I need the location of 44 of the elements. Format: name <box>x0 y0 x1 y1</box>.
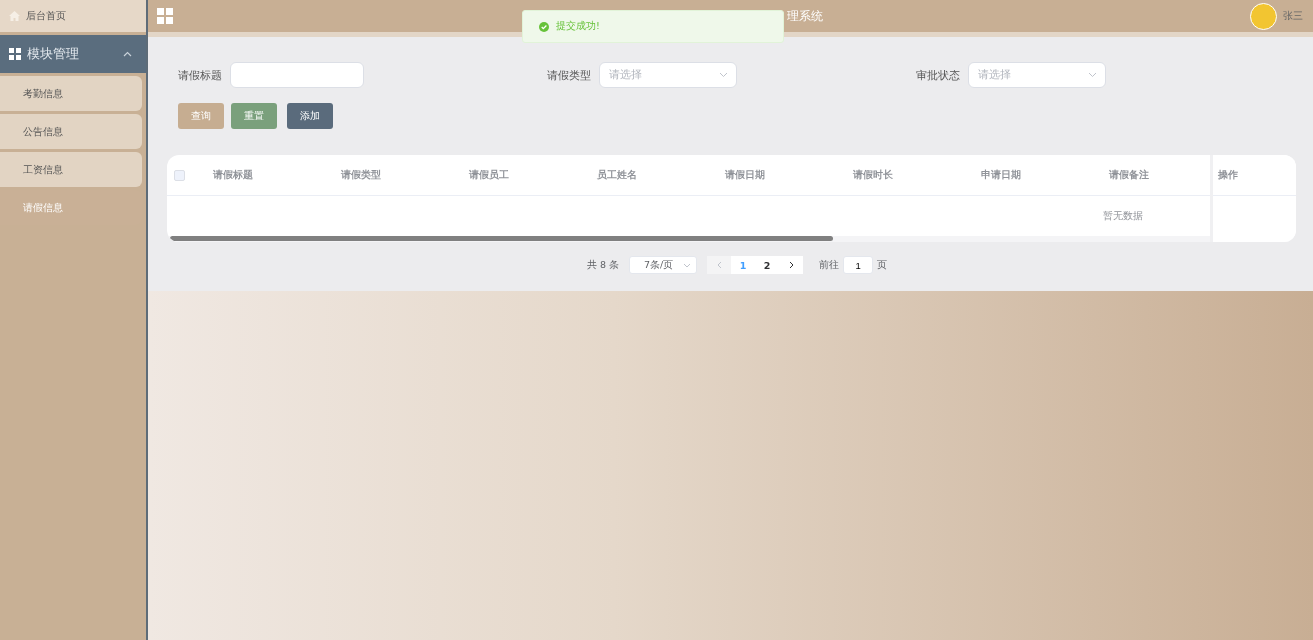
menu-item[interactable]: 考勤信息 <box>0 76 142 111</box>
field-label: 审批状态 <box>916 67 960 83</box>
empty-text: 暂无数据 <box>1103 209 1143 223</box>
chevron-right-icon <box>788 261 794 269</box>
field-label: 请假类型 <box>547 67 591 83</box>
chevron-left-icon <box>716 261 722 269</box>
menu-group[interactable]: 模块管理 <box>0 35 146 73</box>
menu-item[interactable]: 后台首页 <box>0 0 146 32</box>
input-field[interactable] <box>230 62 364 88</box>
menu-item[interactable]: 公告信息 <box>0 114 142 149</box>
column-header: 员工姓名 <box>597 168 637 180</box>
column-header: 请假员工 <box>469 168 509 180</box>
chevron-down-icon <box>1088 72 1097 78</box>
menu-item[interactable]: 工资信息 <box>0 152 142 187</box>
column-header: 请假备注 <box>1109 168 1149 180</box>
page-button[interactable]: 2 <box>755 256 780 274</box>
grid-icon <box>157 8 173 24</box>
page-button[interactable]: 1 <box>731 256 756 274</box>
add-button[interactable]: 添加 <box>287 103 333 129</box>
page-suffix: 页 <box>877 258 888 272</box>
page-size-select[interactable]: 7条/页 <box>629 256 698 274</box>
scrollbar[interactable] <box>170 236 833 241</box>
column-header: 请假类型 <box>341 168 381 180</box>
avatar[interactable] <box>1250 2 1277 30</box>
column-header: 请假标题 <box>213 168 253 180</box>
chevron-down-icon <box>719 72 728 78</box>
chevron-down-icon <box>683 262 692 268</box>
column-header: 操作 <box>1218 168 1238 182</box>
column-header: 请假时长 <box>853 168 893 180</box>
column-header: 请假日期 <box>725 168 765 180</box>
success-icon <box>539 21 549 32</box>
next-page-button[interactable] <box>779 256 804 274</box>
total-count: 共 8 条 <box>586 258 620 272</box>
goto-label: 前往 <box>819 258 840 272</box>
home-icon <box>9 11 20 21</box>
grid-icon <box>9 48 21 60</box>
checkbox[interactable] <box>174 169 185 181</box>
prev-page-button[interactable] <box>707 256 732 274</box>
field-label: 请假标题 <box>178 67 222 83</box>
user-name[interactable]: 张三 <box>1283 9 1303 23</box>
column-header: 申请日期 <box>981 168 1021 180</box>
reset-button[interactable]: 重置 <box>231 103 277 129</box>
page-input[interactable]: 1 <box>843 256 874 274</box>
toast-message: 提交成功! <box>556 20 600 33</box>
